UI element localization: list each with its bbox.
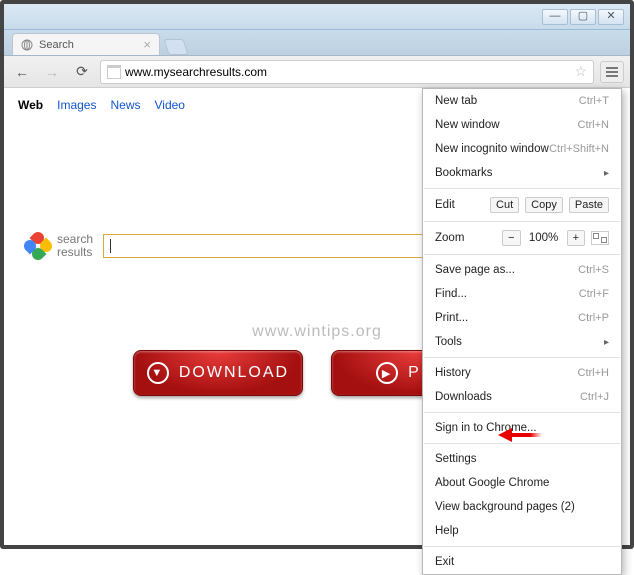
fullscreen-button[interactable] [591,231,609,245]
bookmark-star-icon[interactable]: ☆ [574,63,587,80]
window-minimize-button[interactable]: — [542,9,568,25]
menu-print[interactable]: Print...Ctrl+P [423,306,621,330]
menu-separator [424,254,620,255]
tab-close-icon[interactable]: × [143,37,151,52]
address-bar[interactable]: www.mysearchresults.com ☆ [100,60,594,84]
tab-favicon [21,39,33,51]
nav-news[interactable]: News [110,98,140,112]
forward-button[interactable]: → [40,61,64,83]
menu-help[interactable]: Help [423,519,621,543]
menu-incognito[interactable]: New incognito windowCtrl+Shift+N [423,137,621,161]
menu-separator [424,412,620,413]
nav-video[interactable]: Video [155,98,185,112]
chrome-menu: New tabCtrl+T New windowCtrl+N New incog… [422,88,622,575]
menu-separator [424,188,620,189]
menu-about[interactable]: About Google Chrome [423,471,621,495]
logo-text: search results [57,233,93,258]
menu-tools[interactable]: Tools▸ [423,330,621,354]
tab-strip: Search × [4,30,630,56]
pinwheel-icon [24,232,52,260]
window-maximize-button[interactable]: ▢ [570,9,596,25]
nav-images[interactable]: Images [57,98,96,112]
menu-separator [424,221,620,222]
menu-bookmarks[interactable]: Bookmarks▸ [423,161,621,185]
window-close-button[interactable]: ✕ [598,9,624,25]
menu-background-pages[interactable]: View background pages (2) [423,495,621,519]
submenu-arrow-icon: ▸ [604,337,609,348]
site-logo: search results [24,232,93,260]
download-button[interactable]: ▼ DOWNLOAD [133,350,303,396]
menu-separator [424,546,620,547]
annotation-arrow [498,428,542,442]
submenu-arrow-icon: ▸ [604,168,609,179]
zoom-level: 100% [527,232,561,244]
download-label: DOWNLOAD [179,364,289,382]
menu-separator [424,357,620,358]
new-tab-button[interactable] [163,39,188,55]
menu-downloads[interactable]: DownloadsCtrl+J [423,385,621,409]
menu-zoom-label: Zoom [435,232,464,244]
window-controls: — ▢ ✕ [542,9,624,25]
menu-zoom-row: Zoom − 100% + [423,225,621,251]
menu-copy[interactable]: Copy [525,197,563,213]
tab-title: Search [39,39,74,51]
watermark-text: www.wintips.org [252,323,382,341]
menu-new-tab[interactable]: New tabCtrl+T [423,89,621,113]
search-input[interactable] [103,234,433,258]
nav-web[interactable]: Web [18,98,43,112]
menu-exit[interactable]: Exit [423,550,621,574]
zoom-in-button[interactable]: + [567,230,585,246]
menu-save-page[interactable]: Save page as...Ctrl+S [423,258,621,282]
menu-edit-row: Edit Cut Copy Paste [423,192,621,218]
download-icon: ▼ [147,362,169,384]
url-text: www.mysearchresults.com [125,65,267,79]
page-icon [107,65,121,79]
window-titlebar: — ▢ ✕ [4,4,630,30]
browser-toolbar: ← → ⟳ www.mysearchresults.com ☆ [4,56,630,88]
menu-history[interactable]: HistoryCtrl+H [423,361,621,385]
menu-edit-label: Edit [435,199,455,211]
menu-separator [424,443,620,444]
menu-settings[interactable]: Settings [423,447,621,471]
browser-tab[interactable]: Search × [12,33,160,55]
back-button[interactable]: ← [10,61,34,83]
play-icon: ▶ [376,362,398,384]
reload-button[interactable]: ⟳ [70,61,94,83]
menu-find[interactable]: Find...Ctrl+F [423,282,621,306]
menu-new-window[interactable]: New windowCtrl+N [423,113,621,137]
menu-cut[interactable]: Cut [490,197,519,213]
chrome-menu-button[interactable] [600,61,624,83]
zoom-out-button[interactable]: − [502,230,520,246]
menu-paste[interactable]: Paste [569,197,609,213]
